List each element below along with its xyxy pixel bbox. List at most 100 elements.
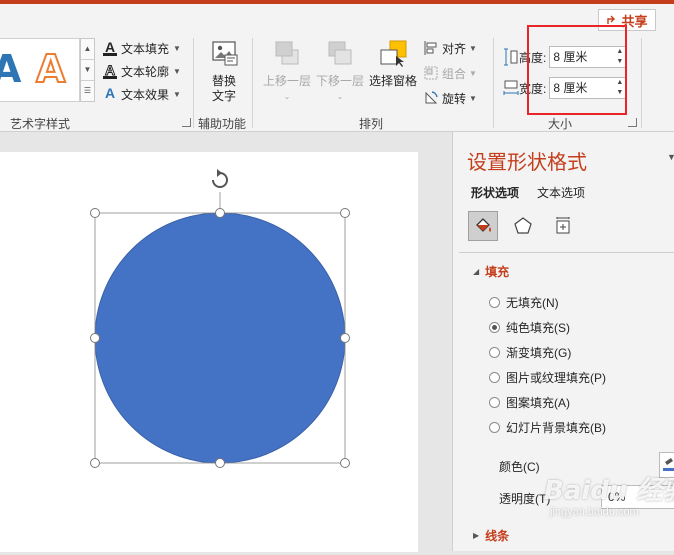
resize-handle[interactable]: [340, 333, 350, 343]
radio-button[interactable]: [489, 372, 500, 383]
accessibility-group-label: 辅助功能: [198, 117, 247, 131]
bring-forward-button[interactable]: 上移一层 ⌄: [261, 38, 313, 104]
gallery-down-icon[interactable]: ▼: [81, 60, 94, 81]
resize-handle[interactable]: [215, 458, 225, 468]
fill-section-label: 填充: [485, 265, 510, 279]
resize-handle[interactable]: [215, 208, 225, 218]
wordart-style-blue[interactable]: A: [0, 47, 21, 91]
alt-text-label-1: 替换: [211, 74, 236, 88]
radio-pattern-fill[interactable]: 图案填充(A): [489, 394, 570, 411]
resize-handle[interactable]: [90, 208, 100, 218]
text-fill-label: 文本填充: [121, 41, 170, 56]
radio-label: 幻灯片背景填充(B): [506, 421, 606, 435]
radio-gradient-fill[interactable]: 渐变填充(G): [489, 344, 571, 361]
height-icon: [504, 48, 518, 66]
alt-text-button[interactable]: 替换 文字: [202, 38, 246, 104]
align-button[interactable]: 对齐 ▼: [423, 38, 477, 58]
chevron-down-icon: ▼: [173, 43, 181, 53]
chevron-down-icon: ▼: [173, 89, 181, 99]
line-section-label: 线条: [485, 529, 510, 543]
rotate-handle-icon[interactable]: [209, 169, 231, 191]
width-icon: [503, 80, 519, 95]
bring-forward-label: 上移一层: [262, 74, 311, 88]
align-icon: [424, 41, 437, 55]
gallery-more-icon[interactable]: ☰: [81, 81, 94, 102]
wordart-gallery-scroll[interactable]: ▲ ▼ ☰: [80, 38, 95, 102]
rotate-label: 旋转: [442, 91, 467, 106]
effects-tab[interactable]: [508, 211, 538, 241]
resize-handle[interactable]: [340, 208, 350, 218]
radio-label: 渐变填充(G): [506, 346, 572, 360]
text-fill-icon: A: [103, 39, 117, 56]
align-label: 对齐: [442, 41, 467, 56]
tab-text-options[interactable]: 文本选项: [537, 184, 585, 201]
text-effects-label: 文本效果: [121, 87, 170, 102]
chevron-down-icon: ▼: [469, 68, 477, 78]
radio-button[interactable]: [489, 422, 500, 433]
text-effects-button[interactable]: A 文本效果 ▼: [103, 84, 181, 104]
text-effects-icon: A: [104, 85, 116, 101]
text-fill-button[interactable]: A 文本填充 ▼: [103, 38, 181, 58]
divider: [641, 38, 642, 128]
radio-button[interactable]: [489, 297, 500, 308]
size-properties-tab[interactable]: [548, 211, 578, 241]
watermark: Baidu 经验 jingyan.baidu.com: [530, 470, 674, 530]
collapse-triangle-icon: ◢: [473, 267, 480, 276]
radio-label: 纯色填充(S): [506, 321, 570, 335]
radio-button[interactable]: [489, 397, 500, 408]
arrange-group-label: 排列: [359, 117, 384, 131]
group-button[interactable]: 组合 ▼: [423, 63, 477, 83]
slide[interactable]: [0, 152, 418, 552]
text-outline-button[interactable]: A 文本轮廓 ▼: [103, 61, 181, 81]
text-outline-icon: A: [103, 62, 117, 79]
fill-section-header[interactable]: ◢ 填充: [473, 263, 509, 280]
wordart-dialog-launcher-icon[interactable]: [182, 118, 191, 127]
resize-handle[interactable]: [340, 458, 350, 468]
wordart-style-orange-outline[interactable]: A: [35, 46, 66, 92]
watermark-url: jingyan.baidu.com: [550, 506, 639, 518]
gallery-up-icon[interactable]: ▲: [81, 39, 94, 60]
shape-layer[interactable]: [0, 152, 418, 552]
radio-button[interactable]: [489, 347, 500, 358]
text-outline-label: 文本轮廓: [121, 64, 170, 79]
chevron-down-icon: ▼: [173, 66, 181, 76]
pane-title: 设置形状格式: [467, 152, 587, 174]
rotate-button[interactable]: 旋转 ▼: [423, 88, 477, 108]
pentagon-icon: [514, 217, 532, 234]
highlight-annotation: [527, 25, 627, 115]
size-properties-icon: [556, 217, 570, 234]
divider: [252, 38, 253, 128]
selection-pane-button[interactable]: 选择窗格: [367, 38, 419, 89]
radio-solid-fill[interactable]: 纯色填充(S): [489, 319, 570, 336]
resize-handle[interactable]: [90, 458, 100, 468]
watermark-brand: Baidu 经验: [544, 476, 674, 506]
circle-shape[interactable]: [94, 212, 346, 464]
tab-shape-options[interactable]: 形状选项: [471, 184, 519, 201]
send-backward-button[interactable]: 下移一层 ⌄: [314, 38, 366, 104]
slide-editing-area[interactable]: [0, 132, 452, 552]
fill-line-tab[interactable]: [468, 211, 498, 241]
expand-triangle-icon: ▶: [473, 531, 480, 540]
divider: [493, 38, 494, 128]
send-backward-label: 下移一层: [315, 74, 364, 88]
wordart-gallery[interactable]: A A: [0, 38, 80, 102]
radio-button[interactable]: [489, 322, 500, 333]
resize-handle[interactable]: [90, 333, 100, 343]
radio-label: 图案填充(A): [506, 396, 570, 410]
selection-pane-label: 选择窗格: [368, 74, 417, 88]
radio-no-fill[interactable]: 无填充(N): [489, 294, 559, 311]
divider: [193, 38, 194, 128]
send-backward-icon: [328, 41, 352, 65]
radio-label: 图片或纹理填充(P): [506, 371, 606, 385]
pane-options-icon[interactable]: ▼: [667, 152, 674, 162]
bring-forward-icon: [275, 41, 299, 65]
paint-bucket-icon: [476, 218, 491, 232]
radio-slide-background-fill[interactable]: 幻灯片背景填充(B): [489, 419, 606, 436]
divider: [459, 252, 674, 253]
line-section-header[interactable]: ▶ 线条: [473, 527, 509, 544]
size-dialog-launcher-icon[interactable]: [628, 118, 637, 127]
group-icon: [424, 66, 438, 80]
selection-pane-icon: [380, 40, 407, 67]
chevron-down-icon: ⌄: [336, 92, 344, 101]
radio-picture-fill[interactable]: 图片或纹理填充(P): [489, 369, 606, 386]
